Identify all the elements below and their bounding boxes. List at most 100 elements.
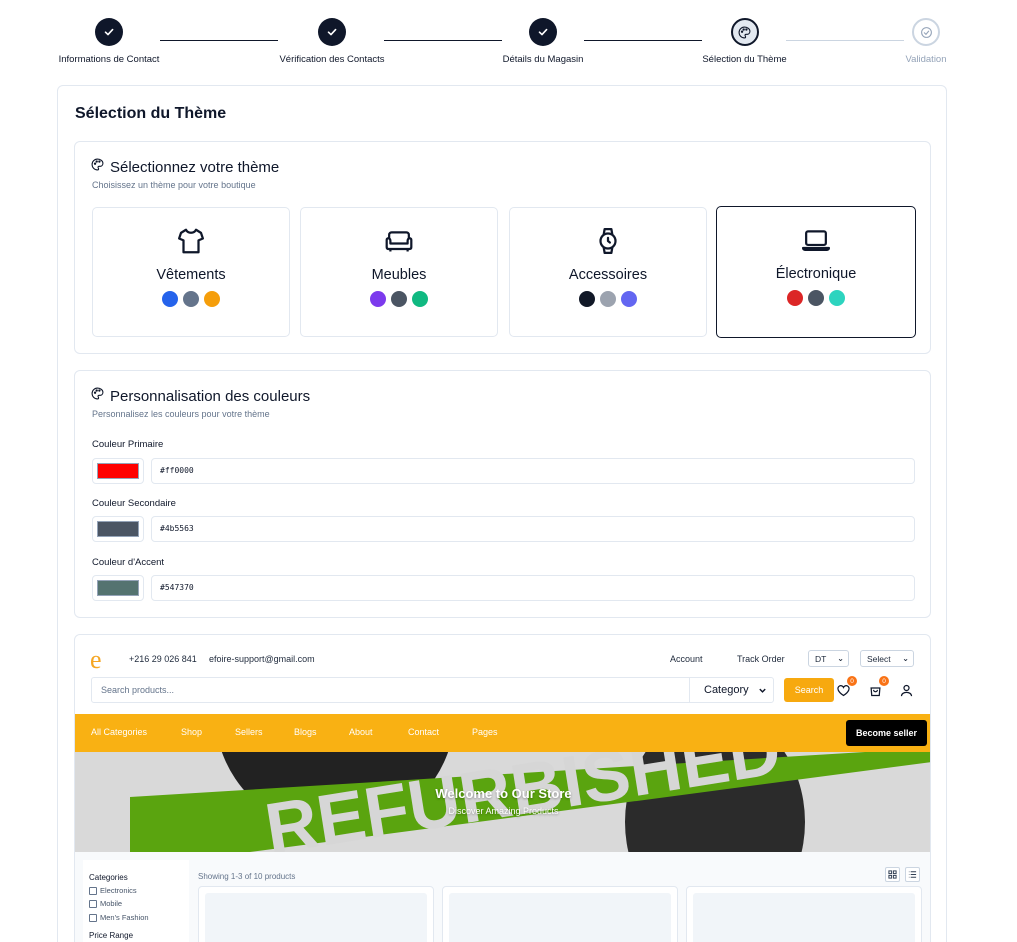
theme-swatches [370, 291, 428, 307]
color-swatch [412, 291, 428, 307]
cart-button[interactable]: 0 [866, 676, 889, 699]
chevron-down-icon [759, 688, 766, 693]
section-subtitle: Personnalisez les couleurs pour votre th… [92, 409, 270, 419]
product-listing: Categories Electronics Mobile Men's Fash… [75, 852, 930, 942]
nav-about[interactable]: About [349, 727, 373, 737]
palette-icon [91, 158, 104, 176]
track-order-link[interactable]: Track Order [737, 654, 785, 664]
hero-banner[interactable]: REFURBISHED Welcome to Our Store Discove… [75, 752, 930, 852]
theme-selection-card: Sélection du Thème Sélectionnez votre th… [57, 85, 947, 942]
nav-blogs[interactable]: Blogs [294, 727, 317, 737]
filter-categories-title: Categories [89, 873, 128, 882]
filter-sidebar: Categories Electronics Mobile Men's Fash… [83, 860, 189, 942]
color-swatch [621, 291, 637, 307]
grid-view-button[interactable] [885, 867, 900, 882]
theme-card-vetements[interactable]: Vêtements [92, 207, 290, 337]
category-value: Category [704, 684, 749, 696]
step-store-details[interactable]: Détails du Magasin [503, 18, 583, 65]
cart-count-badge: 0 [879, 676, 889, 686]
search-button[interactable]: Search [784, 678, 834, 702]
step-label: Sélection du Thème [702, 54, 787, 65]
banner-image: REFURBISHED [75, 752, 930, 852]
accent-color-preview [97, 580, 139, 596]
page-title: Sélection du Thème [75, 105, 227, 122]
filter-option[interactable]: Men's Fashion [89, 913, 149, 922]
product-card[interactable] [686, 886, 922, 942]
accent-color-picker[interactable] [92, 575, 144, 601]
section-header: Sélectionnez votre thème [91, 158, 279, 176]
become-seller-button[interactable]: Become seller [846, 720, 927, 746]
nav-pages[interactable]: Pages [472, 727, 498, 737]
product-image [449, 893, 671, 942]
secondary-color-picker[interactable] [92, 516, 144, 542]
search-input[interactable]: Search products... [92, 678, 689, 702]
primary-color-picker[interactable] [92, 458, 144, 484]
product-image [693, 893, 915, 942]
account-link[interactable]: Account [670, 654, 703, 664]
sofa-icon [383, 225, 415, 257]
banner-title: Welcome to Our Store [435, 786, 572, 801]
filter-option[interactable]: Electronics [89, 886, 137, 895]
color-swatch [808, 290, 824, 306]
store-logo[interactable]: e [90, 647, 102, 673]
nav-shop[interactable]: Shop [181, 727, 202, 737]
watch-icon [593, 225, 623, 257]
language-select[interactable]: Select ⌄ [860, 650, 914, 667]
color-customization-section: Personnalisation des couleurs Personnali… [74, 370, 931, 618]
theme-card-meubles[interactable]: Meubles [300, 207, 498, 337]
results-count: Showing 1-3 of 10 products [198, 872, 296, 881]
store-email[interactable]: efoire-support@gmail.com [209, 654, 315, 664]
user-account-button[interactable] [897, 681, 915, 699]
currency-value: DT [815, 653, 827, 664]
filter-price-title: Price Range [89, 931, 134, 940]
secondary-color-preview [97, 521, 139, 537]
step-label: Validation [905, 54, 947, 65]
step-label: Informations de Contact [58, 54, 160, 65]
primary-color-input[interactable]: #ff0000 [151, 458, 915, 484]
theme-card-electronique[interactable]: Électronique [716, 206, 916, 338]
laptop-icon [800, 224, 832, 256]
nav-sellers[interactable]: Sellers [235, 727, 263, 737]
progress-stepper: Informations de Contact Vérification des… [0, 0, 1017, 80]
filter-option[interactable]: Mobile [89, 899, 122, 908]
store-navbar: All Categories Shop Sellers Blogs About … [75, 714, 930, 752]
check-icon [95, 18, 123, 46]
filter-option-label: Men's Fashion [100, 913, 149, 922]
section-title: Personnalisation des couleurs [110, 387, 311, 405]
color-swatch [787, 290, 803, 306]
checkbox[interactable] [89, 886, 97, 895]
nav-contact[interactable]: Contact [408, 727, 439, 737]
color-swatch [391, 291, 407, 307]
palette-icon [91, 387, 104, 405]
step-validation[interactable]: Validation [904, 18, 948, 65]
product-search: Search products... Category [91, 677, 774, 703]
list-view-button[interactable] [905, 867, 920, 882]
color-swatch [183, 291, 199, 307]
step-connector [160, 40, 278, 41]
wishlist-count-badge: 0 [847, 676, 857, 686]
step-label: Détails du Magasin [502, 54, 584, 65]
checkbox[interactable] [89, 913, 97, 922]
secondary-color-input[interactable]: #4b5563 [151, 516, 915, 542]
step-contact-info[interactable]: Informations de Contact [58, 18, 160, 65]
section-subtitle: Choisissez un thème pour votre boutique [92, 180, 256, 190]
color-swatch [829, 290, 845, 306]
color-swatch [370, 291, 386, 307]
accent-color-input[interactable]: #547370 [151, 575, 915, 601]
shirt-icon [176, 225, 206, 257]
checkbox[interactable] [89, 899, 97, 908]
theme-name: Meubles [371, 267, 427, 283]
category-select[interactable]: Category [689, 678, 773, 702]
theme-card-accessoires[interactable]: Accessoires [509, 207, 707, 337]
section-title: Sélectionnez votre thème [110, 158, 280, 176]
nav-all-categories[interactable]: All Categories [91, 727, 147, 737]
step-contact-verification[interactable]: Vérification des Contacts [279, 18, 385, 65]
store-phone: +216 29 026 841 [129, 654, 197, 664]
wishlist-button[interactable]: 0 [834, 676, 857, 699]
step-theme-selection[interactable]: Sélection du Thème [702, 18, 787, 65]
currency-select[interactable]: DT ⌄ [808, 650, 849, 667]
product-card[interactable] [442, 886, 678, 942]
color-swatch [579, 291, 595, 307]
accent-color-label: Couleur d'Accent [92, 557, 165, 568]
product-card[interactable] [198, 886, 434, 942]
